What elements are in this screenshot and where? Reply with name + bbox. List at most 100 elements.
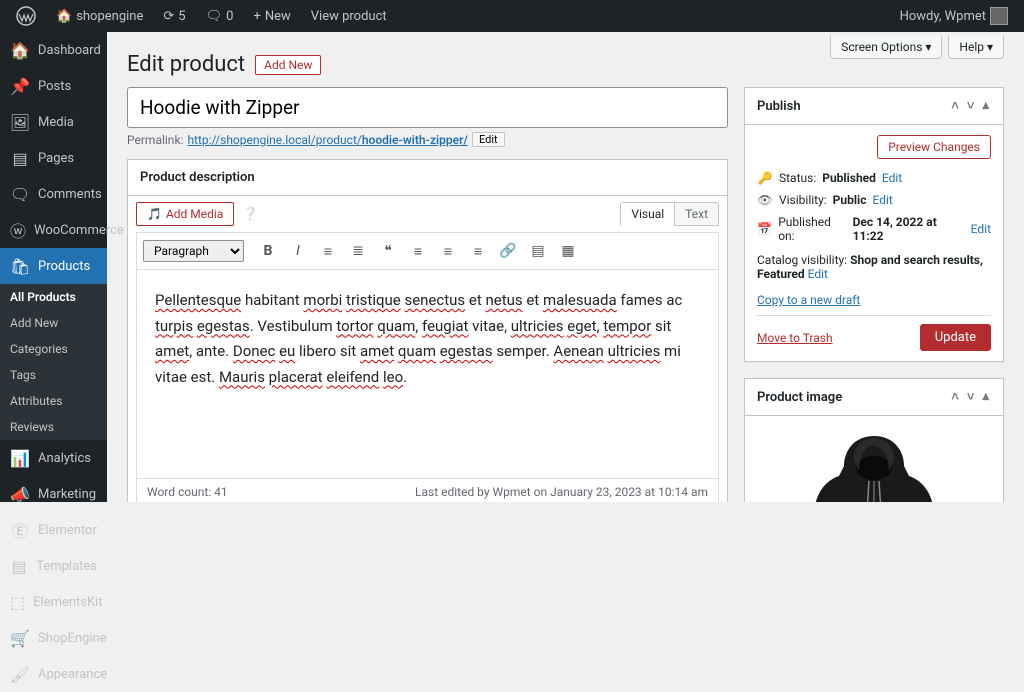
sidebar-item-templates[interactable]: ▤Templates [0, 548, 107, 584]
last-edited: Last edited by Wpmet on January 23, 2023… [415, 485, 708, 499]
description-heading: Product description [140, 170, 255, 185]
account-link[interactable]: Howdy, Wpmet [892, 0, 1016, 32]
appearance-icon: 🖌 [10, 664, 30, 684]
media-icon: 🖼 [10, 112, 30, 132]
products-icon: 🛍 [10, 256, 30, 276]
move-to-trash-link[interactable]: Move to Trash [757, 331, 833, 345]
avatar [990, 7, 1008, 25]
sidebar-item-marketing[interactable]: 📣Marketing [0, 476, 107, 512]
view-product-link[interactable]: View product [303, 0, 395, 32]
product-image-preview[interactable] [794, 426, 954, 502]
align-right-button[interactable]: ≡ [464, 237, 492, 265]
link-button[interactable]: 🔗 [494, 237, 522, 265]
format-select[interactable]: Paragraph [143, 240, 244, 262]
toolbar-toggle-button[interactable]: ▦ [554, 237, 582, 265]
publish-box: Publish ˄ ˅ ▴ Preview Changes 🔑Status: P… [744, 87, 1004, 362]
site-home-link[interactable]: 🏠 shopengine [48, 0, 151, 32]
media-icon: 🎵 [147, 207, 162, 221]
product-title-input[interactable] [127, 87, 728, 128]
admin-sidebar: 🏠Dashboard 📌Posts 🖼Media ▤Pages 🗨Comment… [0, 32, 107, 502]
editor-toolbar: Paragraph B I ≡ ≣ ❝ ≡ ≡ ≡ 🔗 ▤ ▦ [136, 232, 719, 269]
site-name: shopengine [76, 9, 143, 24]
chevron-up-icon[interactable]: ˄ [949, 389, 961, 405]
templates-icon: ▤ [10, 556, 28, 576]
elementskit-icon: ⬚ [10, 592, 25, 612]
add-media-button[interactable]: 🎵Add Media [136, 202, 234, 226]
edit-status-link[interactable]: Edit [882, 171, 902, 185]
chevron-down-icon[interactable]: ˅ [965, 389, 977, 405]
woo-icon: ⓦ [10, 220, 26, 240]
marketing-icon: 📣 [10, 484, 30, 504]
sidebar-item-elementskit[interactable]: ⬚ElementsKit [0, 584, 107, 620]
add-new-button[interactable]: Add New [255, 55, 321, 75]
shopengine-icon: 🛒 [10, 628, 30, 648]
wp-logo[interactable] [8, 0, 44, 32]
submenu-reviews[interactable]: Reviews [0, 414, 107, 440]
help-button[interactable]: Help ▾ [948, 36, 1004, 59]
edit-catalog-link[interactable]: Edit [808, 267, 828, 281]
word-count: Word count: 41 [147, 485, 228, 499]
chevron-down-icon[interactable]: ˅ [965, 98, 977, 114]
sidebar-item-pages[interactable]: ▤Pages [0, 140, 107, 176]
update-button[interactable]: Update [920, 324, 991, 351]
sidebar-item-media[interactable]: 🖼Media [0, 104, 107, 140]
submenu-attributes[interactable]: Attributes [0, 388, 107, 414]
new-content-link[interactable]: + New [245, 0, 298, 32]
products-submenu: All Products Add New Categories Tags Att… [0, 284, 107, 440]
permalink-row: Permalink: http://shopengine.local/produ… [127, 132, 728, 147]
collapse-icon[interactable]: ▴ [980, 98, 991, 114]
home-icon: 🏠 [56, 9, 72, 24]
align-center-button[interactable]: ≡ [434, 237, 462, 265]
dashboard-icon: 🏠 [10, 40, 30, 60]
sidebar-item-posts[interactable]: 📌Posts [0, 68, 107, 104]
chevron-up-icon[interactable]: ˄ [949, 98, 961, 114]
preview-changes-button[interactable]: Preview Changes [877, 135, 991, 159]
copy-draft-link[interactable]: Copy to a new draft [757, 293, 860, 307]
edit-date-link[interactable]: Edit [971, 222, 991, 236]
sidebar-item-products[interactable]: 🛍Products [0, 248, 107, 284]
sidebar-item-shopengine[interactable]: 🛒ShopEngine [0, 620, 107, 656]
sidebar-item-appearance[interactable]: 🖌Appearance [0, 656, 107, 692]
sidebar-item-comments[interactable]: 🗨Comments [0, 176, 107, 212]
submenu-all-products[interactable]: All Products [0, 284, 107, 310]
analytics-icon: 📊 [10, 448, 30, 468]
permalink-link[interactable]: http://shopengine.local/product/hoodie-w… [187, 133, 468, 147]
number-list-button[interactable]: ≣ [344, 237, 372, 265]
howdy-text: Howdy, Wpmet [900, 9, 986, 24]
text-tab[interactable]: Text [674, 202, 719, 226]
help-icon[interactable]: ❔ [242, 207, 258, 222]
align-left-button[interactable]: ≡ [404, 237, 432, 265]
plus-icon: + [253, 9, 260, 24]
page-title: Edit product [127, 52, 245, 77]
product-image-heading: Product image [757, 390, 842, 405]
italic-button[interactable]: I [284, 237, 312, 265]
editor-content[interactable]: Pellentesque habitant morbi tristique se… [136, 269, 719, 479]
elementor-icon: Ⓔ [10, 520, 30, 540]
page-icon: ▤ [10, 148, 30, 168]
sidebar-item-elementor[interactable]: ⒺElementor [0, 512, 107, 548]
quote-button[interactable]: ❝ [374, 237, 402, 265]
updates-count: 5 [178, 9, 185, 24]
submenu-categories[interactable]: Categories [0, 336, 107, 362]
screen-options-button[interactable]: Screen Options ▾ [830, 36, 942, 59]
comments-link[interactable]: 🗨 0 [198, 0, 242, 32]
permalink-label: Permalink: [127, 133, 183, 147]
product-image-box: Product image ˄ ˅ ▴ [744, 378, 1004, 502]
pin-icon: 📌 [10, 76, 30, 96]
submenu-add-new[interactable]: Add New [0, 310, 107, 336]
updates-link[interactable]: ⟳ 5 [155, 0, 193, 32]
content-area: Screen Options ▾ Help ▾ Edit product Add… [107, 32, 1024, 502]
publish-heading: Publish [757, 99, 801, 114]
comment-icon: 🗨 [206, 9, 223, 24]
edit-slug-button[interactable]: Edit [472, 132, 505, 147]
edit-visibility-link[interactable]: Edit [872, 193, 892, 207]
bullet-list-button[interactable]: ≡ [314, 237, 342, 265]
more-button[interactable]: ▤ [524, 237, 552, 265]
collapse-icon[interactable]: ▴ [980, 389, 991, 405]
sidebar-item-dashboard[interactable]: 🏠Dashboard [0, 32, 107, 68]
bold-button[interactable]: B [254, 237, 282, 265]
sidebar-item-analytics[interactable]: 📊Analytics [0, 440, 107, 476]
sidebar-item-woocommerce[interactable]: ⓦWooCommerce [0, 212, 107, 248]
submenu-tags[interactable]: Tags [0, 362, 107, 388]
visual-tab[interactable]: Visual [620, 202, 674, 226]
